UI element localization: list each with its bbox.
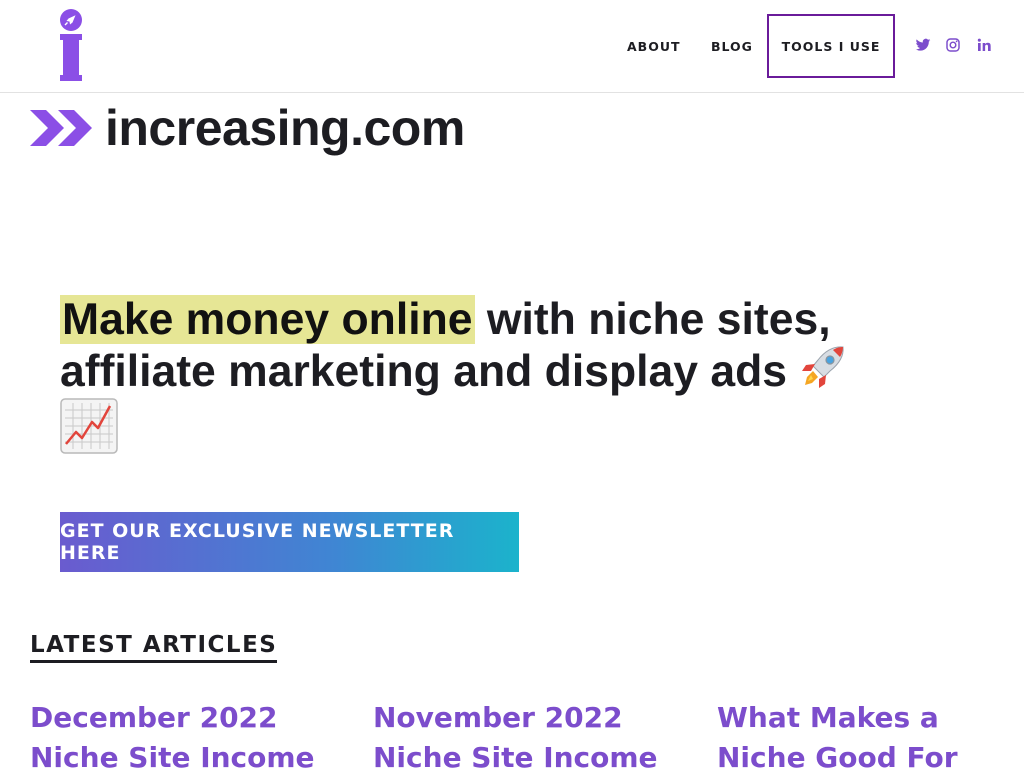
site-logo[interactable] xyxy=(58,9,88,83)
newsletter-cta-button[interactable]: GET OUR EXCLUSIVE NEWSLETTER HERE xyxy=(60,512,519,572)
instagram-icon[interactable] xyxy=(944,36,962,54)
brand-name: increasing.com xyxy=(105,100,465,156)
site-header: ABOUT BLOG TOOLS I USE xyxy=(0,0,1024,93)
double-chevron-icon xyxy=(30,110,92,146)
nav-tools-link[interactable]: TOOLS I USE xyxy=(767,14,895,78)
linkedin-icon[interactable] xyxy=(975,36,993,54)
nav-about-link[interactable]: ABOUT xyxy=(627,14,681,78)
chart-increasing-emoji-icon xyxy=(60,398,118,454)
article-title-link[interactable]: November 2022 Niche Site Income xyxy=(373,698,673,768)
rocket-logo-icon xyxy=(60,9,82,81)
brand-banner: increasing.com xyxy=(30,100,465,156)
article-title-link[interactable]: December 2022 Niche Site Income xyxy=(30,698,330,768)
latest-articles-heading: LATEST ARTICLES xyxy=(30,632,278,663)
nav-blog-link[interactable]: BLOG xyxy=(711,14,753,78)
hero-headline: Make money online with niche sites, affi… xyxy=(60,295,940,454)
twitter-icon[interactable] xyxy=(914,36,932,54)
hero-highlight: Make money online xyxy=(60,295,475,344)
article-title-link[interactable]: What Makes a Niche Good For xyxy=(717,698,1017,768)
rocket-emoji-icon xyxy=(802,346,845,388)
